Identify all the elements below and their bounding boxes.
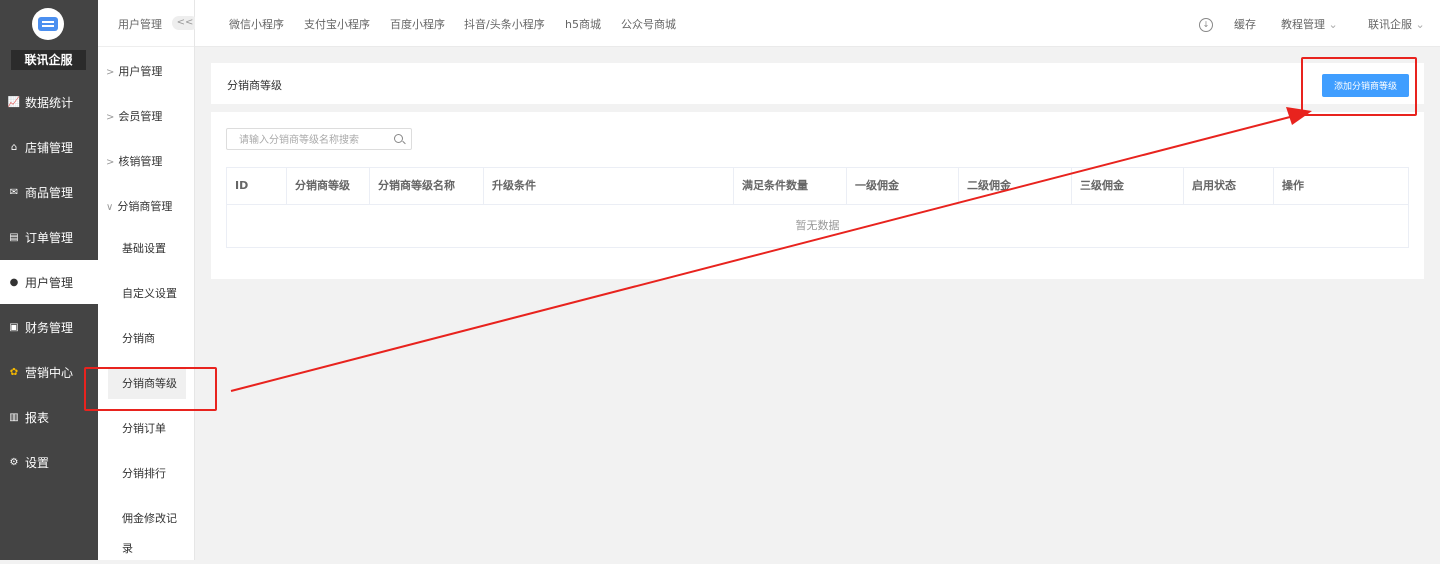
annotation-arrow [230, 107, 1312, 392]
